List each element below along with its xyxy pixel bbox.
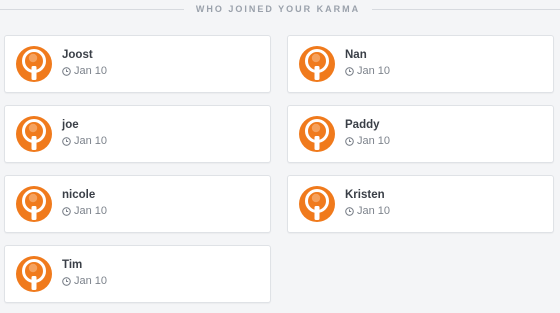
member-info: Kristen Jan 10: [345, 188, 390, 218]
member-card[interactable]: Joost Jan 10: [4, 35, 271, 93]
karma-logo-icon: [299, 116, 335, 152]
member-card[interactable]: Kristen Jan 10: [287, 175, 554, 233]
member-date: Jan 10: [345, 204, 390, 218]
section-header: WHO JOINED YOUR KARMA: [0, 0, 560, 18]
member-date-text: Jan 10: [74, 65, 108, 77]
member-date-text: Jan 10: [74, 135, 108, 147]
clock-icon: [62, 276, 71, 286]
member-date: Jan 10: [62, 204, 107, 218]
clock-icon: [345, 206, 354, 216]
member-card[interactable]: joe Jan 10: [4, 105, 271, 163]
member-name: Joost: [62, 49, 93, 61]
member-date: Jan 10: [345, 134, 390, 148]
member-name: Paddy: [345, 119, 380, 131]
member-date: Jan 10: [62, 274, 107, 288]
member-info: Nan Jan 10: [345, 48, 390, 78]
member-name: Tim: [62, 259, 83, 271]
member-date-text: Jan 10: [357, 65, 391, 77]
member-date: Jan 10: [62, 64, 107, 78]
member-info: Joost Jan 10: [62, 48, 107, 78]
who-joined-page: WHO JOINED YOUR KARMA Joost Jan 10 Nan J…: [0, 0, 560, 313]
member-date-text: Jan 10: [357, 205, 391, 217]
karma-logo-icon: [16, 116, 52, 152]
member-card[interactable]: Tim Jan 10: [4, 245, 271, 303]
karma-logo-icon: [16, 46, 52, 82]
clock-icon: [62, 206, 71, 216]
member-date-text: Jan 10: [357, 135, 391, 147]
section-title: WHO JOINED YOUR KARMA: [195, 4, 361, 14]
karma-logo-icon: [299, 46, 335, 82]
clock-icon: [345, 66, 354, 76]
member-info: Tim Jan 10: [62, 258, 107, 288]
member-name: Nan: [345, 49, 367, 61]
karma-logo-icon: [16, 256, 52, 292]
member-date-text: Jan 10: [74, 205, 108, 217]
member-card[interactable]: Nan Jan 10: [287, 35, 554, 93]
member-date: Jan 10: [345, 64, 390, 78]
member-name: nicole: [62, 189, 96, 201]
clock-icon: [345, 136, 354, 146]
member-name: joe: [62, 119, 79, 131]
member-name: Kristen: [345, 189, 385, 201]
karma-logo-icon: [16, 186, 52, 222]
clock-icon: [62, 136, 71, 146]
header-divider-right: [372, 9, 560, 10]
member-card[interactable]: nicole Jan 10: [4, 175, 271, 233]
member-info: joe Jan 10: [62, 118, 107, 148]
clock-icon: [62, 66, 71, 76]
member-card[interactable]: Paddy Jan 10: [287, 105, 554, 163]
member-date: Jan 10: [62, 134, 107, 148]
member-date-text: Jan 10: [74, 275, 108, 287]
member-info: Paddy Jan 10: [345, 118, 390, 148]
member-info: nicole Jan 10: [62, 188, 107, 218]
karma-logo-icon: [299, 186, 335, 222]
header-divider-left: [0, 9, 184, 10]
